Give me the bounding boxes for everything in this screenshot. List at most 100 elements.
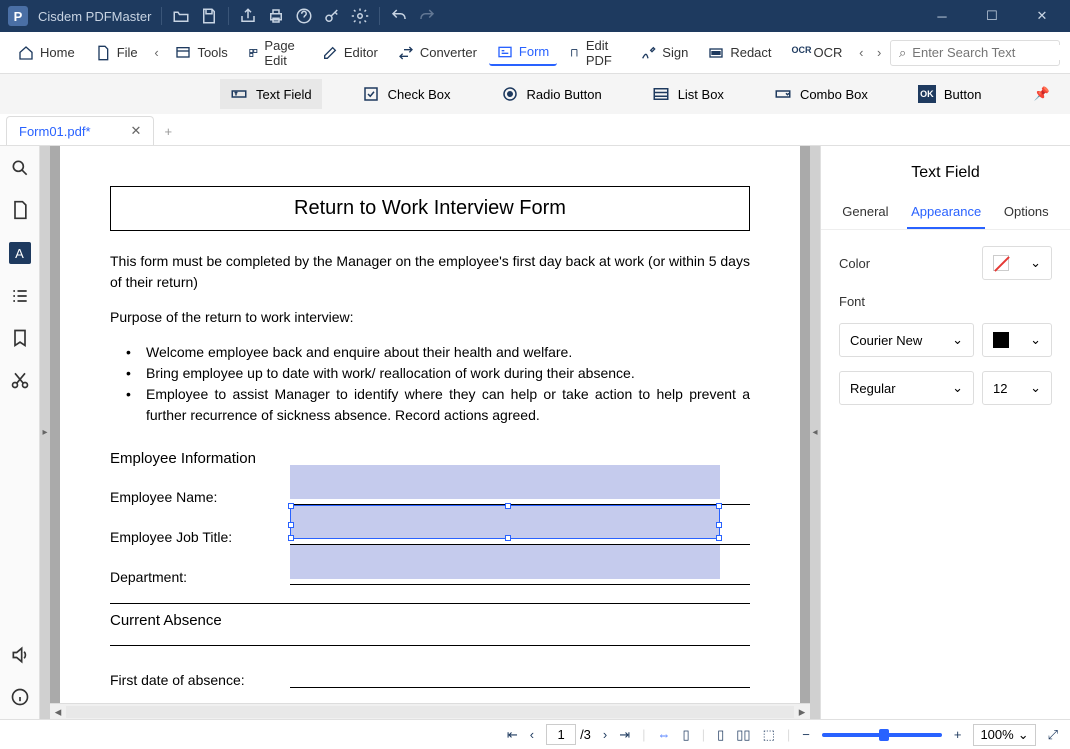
sign-tab[interactable]: Sign: [632, 41, 696, 65]
two-page-icon[interactable]: ▯▯: [736, 727, 750, 743]
workspace: A ▸ Return to Work Interview Form This f…: [0, 146, 1070, 719]
panel-title: Text Field: [821, 146, 1070, 196]
chevron-down-icon: ⌄: [1018, 727, 1029, 743]
close-button[interactable]: ✕: [1022, 0, 1062, 32]
editor-tab[interactable]: Editor: [314, 41, 386, 65]
page-number: /3: [546, 724, 591, 745]
document-area: Return to Work Interview Form This form …: [50, 146, 810, 719]
text-field-tool[interactable]: Text Field: [220, 79, 322, 109]
tab-appearance[interactable]: Appearance: [907, 196, 985, 229]
document-scroll[interactable]: Return to Work Interview Form This form …: [50, 146, 810, 703]
settings-icon[interactable]: [351, 7, 369, 25]
zoom-slider[interactable]: [822, 733, 942, 737]
home-tab[interactable]: Home: [10, 41, 83, 65]
form-title: Return to Work Interview Form: [110, 186, 750, 231]
selected-text-field[interactable]: [290, 505, 720, 539]
list-box-tool[interactable]: List Box: [642, 79, 734, 109]
document-tab-bar: Form01.pdf* ✕ +: [0, 114, 1070, 146]
next-page-icon[interactable]: ›: [603, 727, 607, 742]
key-icon[interactable]: [323, 7, 341, 25]
single-page-icon[interactable]: ▯: [717, 727, 724, 743]
chevron-down-icon: ⌄: [1030, 332, 1041, 348]
new-tab-button[interactable]: +: [154, 118, 182, 145]
document-tab-name: Form01.pdf*: [19, 124, 91, 139]
font-label: Font: [839, 294, 1052, 309]
left-drag-handle[interactable]: ▸: [40, 146, 50, 719]
outline-icon[interactable]: [10, 286, 30, 306]
fullscreen-icon[interactable]: ⤢: [1048, 727, 1058, 743]
app-title: Cisdem PDFMaster: [38, 9, 151, 24]
chevron-left-icon[interactable]: ‹: [150, 45, 164, 60]
redact-tab[interactable]: Redact: [700, 41, 779, 65]
combo-box-tool[interactable]: Combo Box: [764, 79, 878, 109]
right-drag-handle[interactable]: ◂: [810, 146, 820, 719]
chevron-right-icon[interactable]: ›: [872, 45, 886, 60]
page-edit-tab[interactable]: Page Edit: [240, 34, 310, 72]
first-page-icon[interactable]: ⇤: [507, 727, 518, 743]
fit-width-icon[interactable]: ⇔: [658, 727, 671, 742]
purpose-list: Welcome employee back and enquire about …: [110, 342, 750, 426]
maximize-button[interactable]: ☐: [972, 0, 1012, 32]
zoom-in-icon[interactable]: +: [954, 727, 962, 742]
cut-icon[interactable]: [10, 370, 30, 390]
redo-icon[interactable]: [418, 7, 436, 25]
edit-pdf-tab[interactable]: Edit PDF: [561, 34, 628, 72]
zoom-dropdown[interactable]: 100%⌄: [973, 724, 1035, 746]
form-toolbar: Text Field Check Box Radio Button List B…: [0, 74, 1070, 114]
font-size-dropdown[interactable]: 12⌄: [982, 371, 1052, 405]
bullet-item: Welcome employee back and enquire about …: [126, 342, 750, 363]
close-tab-icon[interactable]: ✕: [131, 123, 142, 139]
status-bar: ⇤ ‹ /3 › ⇥ | ⇔ ▯ | ▯ ▯▯ ⬚ | − + 100%⌄ ⤢: [0, 719, 1070, 749]
main-toolbar: Home File ‹ Tools Page Edit Editor Conve…: [0, 32, 1070, 74]
font-color-dropdown[interactable]: ⌄: [982, 323, 1052, 357]
form-tab[interactable]: Form: [489, 40, 557, 66]
prev-page-icon[interactable]: ‹: [530, 727, 534, 742]
tab-general[interactable]: General: [838, 196, 892, 229]
bookmark-icon[interactable]: [10, 328, 30, 348]
last-page-icon[interactable]: ⇥: [619, 727, 630, 743]
pin-icon[interactable]: 📌: [1034, 86, 1050, 102]
info-icon[interactable]: [10, 687, 30, 707]
radio-button-tool[interactable]: Radio Button: [491, 79, 612, 109]
zoom-out-icon[interactable]: −: [802, 727, 810, 742]
tools-tab[interactable]: Tools: [167, 41, 235, 65]
chevron-down-icon: ⌄: [952, 380, 963, 396]
search-icon: ⌕: [899, 45, 906, 61]
continuous-icon[interactable]: ⬚: [763, 727, 775, 743]
page-input[interactable]: [546, 724, 576, 745]
field-employee-job-title: Employee Job Title:: [110, 523, 750, 545]
search-icon[interactable]: [10, 158, 30, 178]
field-employee-name: Employee Name:: [110, 483, 750, 505]
purpose-heading: Purpose of the return to work interview:: [110, 307, 750, 328]
tab-options[interactable]: Options: [1000, 196, 1053, 229]
app-logo: P: [8, 6, 28, 26]
annotation-icon[interactable]: A: [9, 242, 31, 264]
file-tab[interactable]: File: [87, 41, 146, 65]
save-icon[interactable]: [200, 7, 218, 25]
bullet-item: Employee to assist Manager to identify w…: [126, 384, 750, 426]
horizontal-scrollbar[interactable]: ◂▸: [50, 703, 810, 719]
search-box[interactable]: ⌕: [890, 40, 1060, 66]
page-icon[interactable]: [10, 200, 30, 220]
font-family-dropdown[interactable]: Courier New⌄: [839, 323, 974, 357]
search-input[interactable]: [912, 45, 1070, 60]
color-label: Color: [839, 256, 870, 271]
sound-icon[interactable]: [10, 645, 30, 665]
share-icon[interactable]: [239, 7, 257, 25]
open-icon[interactable]: [172, 7, 190, 25]
chevron-left-icon[interactable]: ‹: [854, 45, 868, 60]
undo-icon[interactable]: [390, 7, 408, 25]
chevron-down-icon: ⌄: [1030, 255, 1041, 271]
fit-page-icon[interactable]: ▯: [683, 727, 690, 743]
color-dropdown[interactable]: ⌄: [982, 246, 1052, 280]
button-tool[interactable]: OKButton: [908, 79, 992, 109]
ocr-tab[interactable]: OCROCR: [784, 41, 851, 65]
document-tab[interactable]: Form01.pdf* ✕: [6, 116, 154, 145]
converter-tab[interactable]: Converter: [390, 41, 485, 65]
print-icon[interactable]: [267, 7, 285, 25]
help-icon[interactable]: [295, 7, 313, 25]
check-box-tool[interactable]: Check Box: [352, 79, 461, 109]
minimize-button[interactable]: ─: [922, 0, 962, 32]
field-first-date: First date of absence:: [110, 666, 750, 688]
font-weight-dropdown[interactable]: Regular⌄: [839, 371, 974, 405]
